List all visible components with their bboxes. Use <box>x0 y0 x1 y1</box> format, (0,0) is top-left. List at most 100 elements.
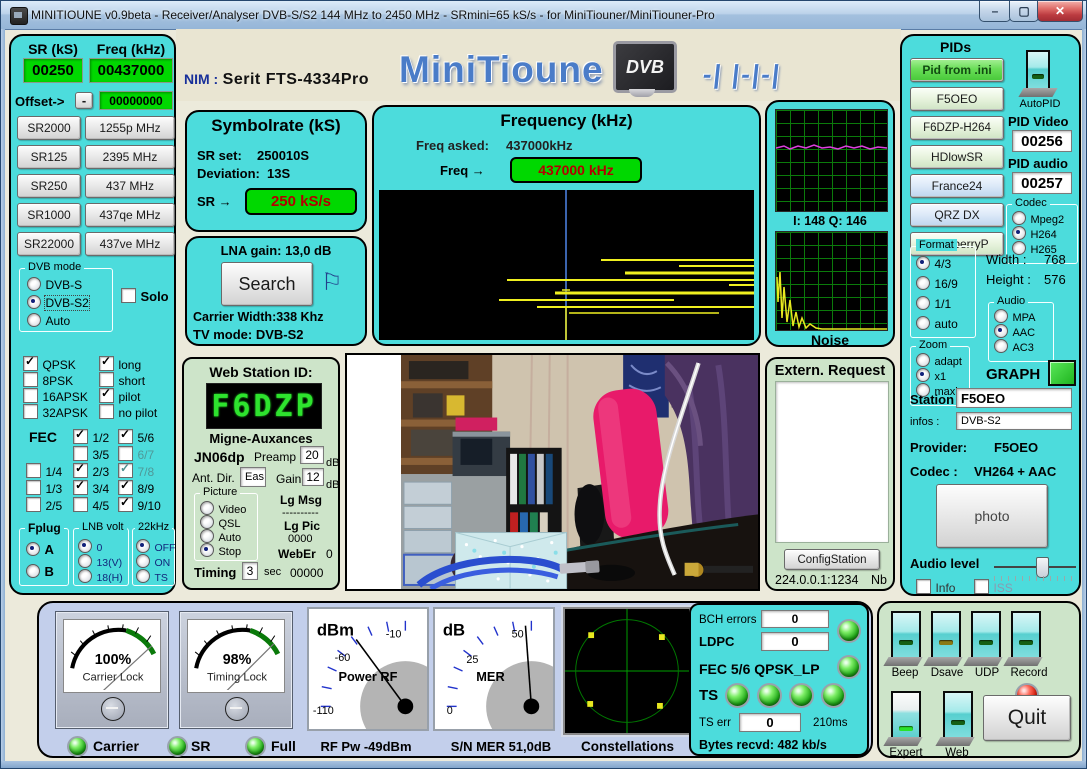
dvbs2-radio[interactable] <box>27 295 41 309</box>
8psk-checkbox[interactable] <box>23 372 38 387</box>
fec-4-5-checkbox[interactable] <box>73 497 88 512</box>
timing-lock-knob[interactable] <box>225 697 249 721</box>
fec-8-9-checkbox[interactable] <box>118 480 133 495</box>
infos-field[interactable]: DVB-S2 <box>956 412 1072 430</box>
fec-1-2-checkbox[interactable] <box>73 429 88 444</box>
fplug-b-radio[interactable] <box>26 564 40 578</box>
antdir-field[interactable]: Eas <box>240 467 266 487</box>
format-4-3-radio[interactable] <box>916 256 930 270</box>
format-auto-radio[interactable] <box>916 316 930 330</box>
22khz-ts-radio[interactable] <box>136 569 150 583</box>
fec-3-4-checkbox[interactable] <box>73 480 88 495</box>
fec-1-3-checkbox[interactable] <box>26 480 41 495</box>
long-checkbox[interactable] <box>99 356 114 371</box>
picture-qsl-radio[interactable] <box>200 515 214 529</box>
audio-mpa-radio[interactable] <box>994 309 1008 323</box>
codec-mpeg2-radio[interactable] <box>1012 211 1026 225</box>
preset-437ve-button[interactable]: 437ve MHz <box>85 232 175 256</box>
preset-sr125-button[interactable]: SR125 <box>17 145 81 169</box>
web-switch[interactable] <box>943 691 973 739</box>
preset-1255p-button[interactable]: 1255p MHz <box>85 116 175 140</box>
picture-auto-radio[interactable] <box>200 529 214 543</box>
close-button[interactable]: ✕ <box>1037 1 1083 22</box>
audio-level-thumb[interactable] <box>1036 557 1049 578</box>
beep-switch[interactable] <box>891 611 921 659</box>
audio-level-track[interactable] <box>994 566 1076 568</box>
preamp-field[interactable]: 20 <box>300 446 324 464</box>
maximize-button[interactable]: ▢ <box>1009 1 1039 22</box>
qpsk-checkbox[interactable] <box>23 356 38 371</box>
22khz-on-radio[interactable] <box>136 554 150 568</box>
info-checkbox[interactable] <box>916 579 931 594</box>
offset-minus-button[interactable]: - <box>75 92 93 109</box>
preset-sr2000-button[interactable]: SR2000 <box>17 116 81 140</box>
mer-meter: dB 50 25 0 MER <box>433 607 555 731</box>
extern-request-list[interactable] <box>775 381 889 543</box>
pid-france24-button[interactable]: France24 <box>910 174 1004 198</box>
preset-437qe-button[interactable]: 437qe MHz <box>85 203 175 227</box>
photo-button[interactable]: photo <box>936 484 1048 548</box>
quit-button[interactable]: Quit <box>983 695 1071 741</box>
nopilot-checkbox[interactable] <box>99 404 114 419</box>
lnb-18h-radio[interactable] <box>78 569 92 583</box>
record-switch[interactable] <box>1011 611 1041 659</box>
solo-checkbox[interactable] <box>121 288 136 303</box>
short-checkbox[interactable] <box>99 372 114 387</box>
station-field[interactable]: F5OEO <box>956 388 1072 408</box>
search-button[interactable]: Search <box>221 262 313 306</box>
spectrum-display[interactable] <box>379 190 754 340</box>
16apsk-checkbox[interactable] <box>23 388 38 403</box>
carrier-lock-knob[interactable] <box>101 697 125 721</box>
zoom-adapt-radio[interactable] <box>916 353 930 367</box>
iss-checkbox[interactable] <box>974 579 989 594</box>
32apsk-checkbox[interactable] <box>23 404 38 419</box>
pid-qrzdx-button[interactable]: QRZ DX <box>910 203 1004 227</box>
preset-sr250-button[interactable]: SR250 <box>17 174 81 198</box>
minimize-button[interactable]: – <box>979 1 1011 22</box>
22khz-off-radio[interactable] <box>136 539 150 553</box>
pid-f6dzp-h264-button[interactable]: F6DZP-H264 <box>910 116 1004 140</box>
codec-h264-radio[interactable] <box>1012 226 1026 240</box>
titlebar[interactable]: MINITIOUNE v0.9beta - Receiver/Analyser … <box>1 1 1086 30</box>
pilot-checkbox[interactable] <box>99 388 114 403</box>
station-label: Station <box>910 392 954 407</box>
picture-stop-radio[interactable] <box>200 543 214 557</box>
fec-2-3-checkbox[interactable] <box>73 463 88 478</box>
format-1-1-radio[interactable] <box>916 296 930 310</box>
dvbs-radio[interactable] <box>27 277 41 291</box>
lnb-13v-radio[interactable] <box>78 554 92 568</box>
fec-1-4-checkbox[interactable] <box>26 463 41 478</box>
pid-f5oeo-button[interactable]: F5OEO <box>910 87 1004 111</box>
gain-field[interactable]: 12 <box>302 468 324 486</box>
fec-6-7-checkbox[interactable] <box>118 446 133 461</box>
window-frame-bottom <box>1 761 1086 768</box>
fplug-a-radio[interactable] <box>26 542 40 556</box>
pid-hdlowsr-button[interactable]: HDlowSR <box>910 145 1004 169</box>
pid-from-ini-button[interactable]: Pid from .ini <box>910 58 1004 82</box>
picture-video-radio[interactable] <box>200 501 214 515</box>
format-16-9-radio[interactable] <box>916 276 930 290</box>
dsave-switch[interactable] <box>931 611 961 659</box>
config-station-button[interactable]: ConfigStation <box>784 549 880 570</box>
fec-5-6-checkbox[interactable] <box>118 429 133 444</box>
fec-3-5-checkbox[interactable] <box>73 446 88 461</box>
expert-switch[interactable] <box>891 691 921 739</box>
preset-2395-button[interactable]: 2395 MHz <box>85 145 175 169</box>
preset-sr1000-button[interactable]: SR1000 <box>17 203 81 227</box>
dvb-auto-radio[interactable] <box>27 313 41 327</box>
preset-sr22000-button[interactable]: SR22000 <box>17 232 81 256</box>
preset-437-button[interactable]: 437 MHz <box>85 174 175 198</box>
fec-9-10-checkbox[interactable] <box>118 497 133 512</box>
lnb-0-radio[interactable] <box>78 539 92 553</box>
audio-ac3-radio[interactable] <box>994 339 1008 353</box>
fec-7-8-checkbox[interactable] <box>118 463 133 478</box>
graph-button[interactable] <box>1048 360 1076 386</box>
picture-group: Picture Video QSL Auto Stop <box>194 493 258 561</box>
udp-switch[interactable] <box>971 611 1001 659</box>
autopid-switch[interactable] <box>1026 50 1050 90</box>
fec-2-5-checkbox[interactable] <box>26 497 41 512</box>
audio-aac-radio[interactable] <box>994 324 1008 338</box>
zoom-x1-radio[interactable] <box>916 368 930 382</box>
video-monitor[interactable] <box>345 353 760 591</box>
timing-field[interactable]: 3 <box>242 562 258 580</box>
